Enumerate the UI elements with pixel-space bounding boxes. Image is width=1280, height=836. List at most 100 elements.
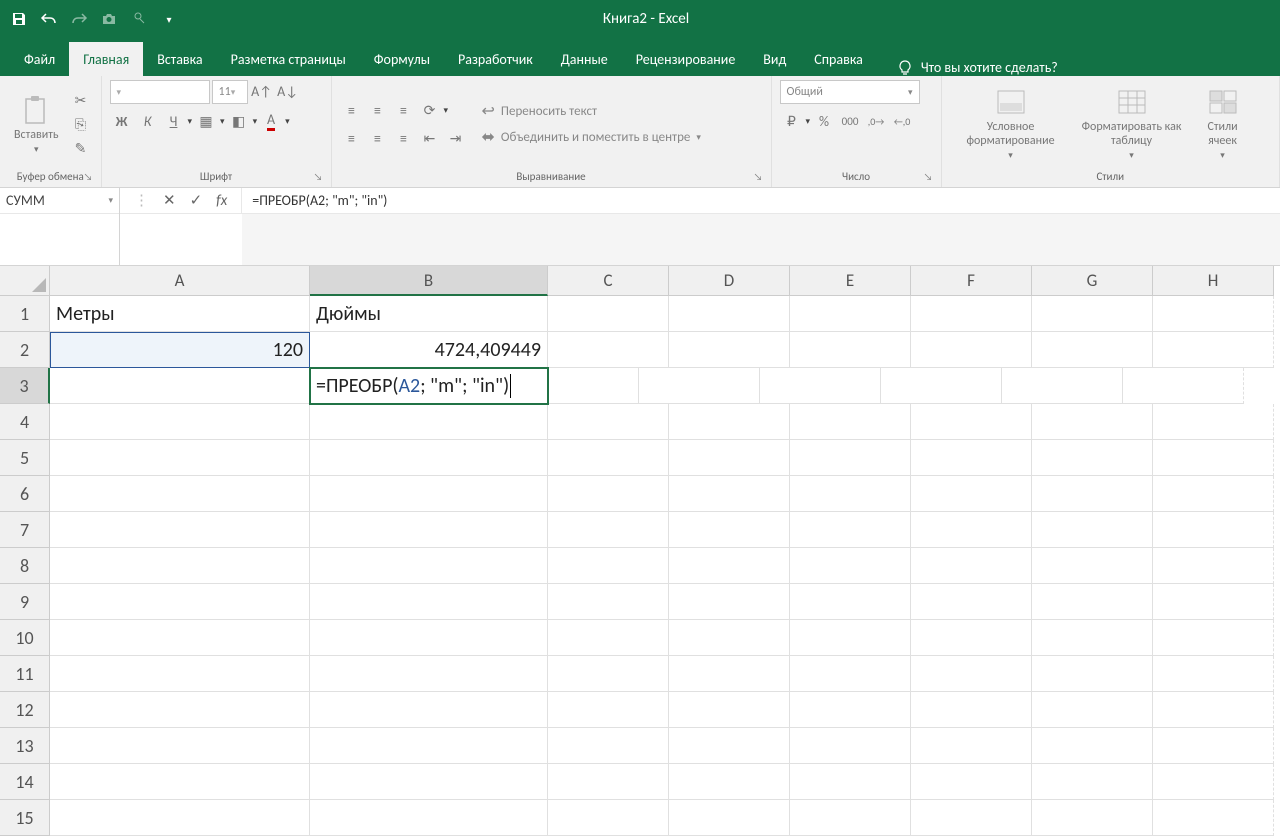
tab-view[interactable]: Вид (749, 42, 800, 76)
cell[interactable] (1153, 548, 1274, 584)
cell-H3[interactable] (1123, 368, 1244, 404)
col-header-B[interactable]: B (310, 266, 548, 296)
cell[interactable] (911, 656, 1032, 692)
cell[interactable] (790, 620, 911, 656)
cell[interactable] (548, 764, 669, 800)
cell[interactable] (911, 620, 1032, 656)
row-header-7[interactable]: 7 (0, 512, 50, 548)
launcher-icon[interactable]: ↘ (314, 170, 323, 183)
wrap-text-button[interactable]: ↩Переносить текст (482, 101, 701, 121)
cell[interactable] (310, 656, 548, 692)
cell-F3[interactable] (881, 368, 1002, 404)
cell[interactable] (548, 476, 669, 512)
align-right-icon[interactable]: ≡ (392, 127, 416, 149)
italic-button[interactable]: К (136, 110, 160, 132)
cell[interactable] (669, 548, 790, 584)
tab-layout[interactable]: Разметка страницы (217, 42, 360, 76)
cell[interactable] (548, 728, 669, 764)
tab-data[interactable]: Данные (547, 42, 622, 76)
cell-styles-button[interactable]: Стили ячеек▾ (1192, 85, 1254, 162)
qat-more-icon[interactable]: ▾ (158, 8, 180, 30)
border-icon[interactable]: ▦ (194, 110, 218, 132)
tell-me-search[interactable]: Что вы хотите сделать? (897, 59, 1058, 76)
cell[interactable] (669, 512, 790, 548)
cell[interactable] (1032, 620, 1153, 656)
tab-help[interactable]: Справка (800, 42, 877, 76)
cell[interactable] (548, 800, 669, 836)
number-format-select[interactable]: Общий▾ (780, 80, 920, 104)
cell[interactable] (548, 512, 669, 548)
tab-formulas[interactable]: Формулы (360, 42, 444, 76)
tab-review[interactable]: Рецензирование (622, 42, 750, 76)
align-left-icon[interactable]: ≡ (340, 127, 364, 149)
cell[interactable] (911, 584, 1032, 620)
cell[interactable] (911, 548, 1032, 584)
cell[interactable] (790, 800, 911, 836)
paste-button[interactable]: Вставить ▾ (8, 92, 65, 157)
cell[interactable] (50, 548, 310, 584)
undo-icon[interactable] (38, 8, 60, 30)
cell-A1[interactable]: Метры (50, 296, 310, 332)
bold-button[interactable]: Ж (110, 110, 134, 132)
cancel-icon[interactable]: ✕ (163, 191, 176, 210)
cell[interactable] (669, 404, 790, 440)
cell[interactable] (50, 440, 310, 476)
cell[interactable] (310, 800, 548, 836)
cut-icon[interactable]: ✂ (69, 89, 93, 111)
cell[interactable] (1153, 512, 1274, 548)
cell-H1[interactable] (1153, 296, 1274, 332)
cell[interactable] (310, 692, 548, 728)
select-all-corner[interactable] (0, 266, 50, 296)
cell[interactable] (790, 476, 911, 512)
format-painter-icon[interactable]: ✎ (69, 137, 93, 159)
cell-A3[interactable] (50, 368, 310, 404)
cell[interactable] (310, 620, 548, 656)
cell[interactable] (1153, 800, 1274, 836)
cell[interactable] (669, 476, 790, 512)
cell[interactable] (548, 656, 669, 692)
cell-B3[interactable]: =ПРЕОБР(A2; "m"; "in") (310, 368, 548, 404)
cell[interactable] (1153, 440, 1274, 476)
indent-decrease-icon[interactable]: ⇤ (418, 127, 442, 149)
cell[interactable] (548, 440, 669, 476)
cell[interactable] (50, 692, 310, 728)
cell-F1[interactable] (911, 296, 1032, 332)
increase-decimal-icon[interactable]: ,0→ (864, 110, 888, 132)
cell[interactable] (1032, 476, 1153, 512)
cell[interactable] (1153, 764, 1274, 800)
row-header-14[interactable]: 14 (0, 764, 50, 800)
name-box-dropdown-icon[interactable]: ▾ (108, 195, 113, 206)
cell[interactable] (548, 584, 669, 620)
cell[interactable] (310, 476, 548, 512)
cell[interactable] (790, 404, 911, 440)
cell[interactable] (1032, 404, 1153, 440)
cell-D2[interactable] (669, 332, 790, 368)
cell[interactable] (911, 404, 1032, 440)
col-header-F[interactable]: F (911, 266, 1032, 296)
cell[interactable] (790, 512, 911, 548)
cell[interactable] (50, 800, 310, 836)
cell[interactable] (1153, 404, 1274, 440)
cell[interactable] (50, 764, 310, 800)
row-header-10[interactable]: 10 (0, 620, 50, 656)
name-box[interactable]: СУММ▾ (0, 188, 120, 265)
font-name-input[interactable]: ▾ (110, 80, 210, 104)
cell[interactable] (1153, 584, 1274, 620)
row-header-13[interactable]: 13 (0, 728, 50, 764)
col-header-A[interactable]: A (50, 266, 310, 296)
cell-D3[interactable] (639, 368, 760, 404)
row-header-12[interactable]: 12 (0, 692, 50, 728)
cell[interactable] (548, 620, 669, 656)
col-header-E[interactable]: E (790, 266, 911, 296)
align-bottom-icon[interactable]: ≡ (392, 99, 416, 121)
cell[interactable] (911, 440, 1032, 476)
conditional-format-button[interactable]: Условное форматирование▾ (950, 85, 1072, 162)
formula-input[interactable]: =ПРЕОБР(A2; "m"; "in") (242, 188, 1280, 265)
cell-G3[interactable] (1002, 368, 1123, 404)
cell[interactable] (669, 656, 790, 692)
indent-increase-icon[interactable]: ⇥ (444, 127, 468, 149)
format-table-button[interactable]: Форматировать как таблицу▾ (1076, 85, 1188, 162)
cell[interactable] (1032, 692, 1153, 728)
cell[interactable] (790, 692, 911, 728)
cell-B2[interactable]: 4724,409449 (310, 332, 548, 368)
